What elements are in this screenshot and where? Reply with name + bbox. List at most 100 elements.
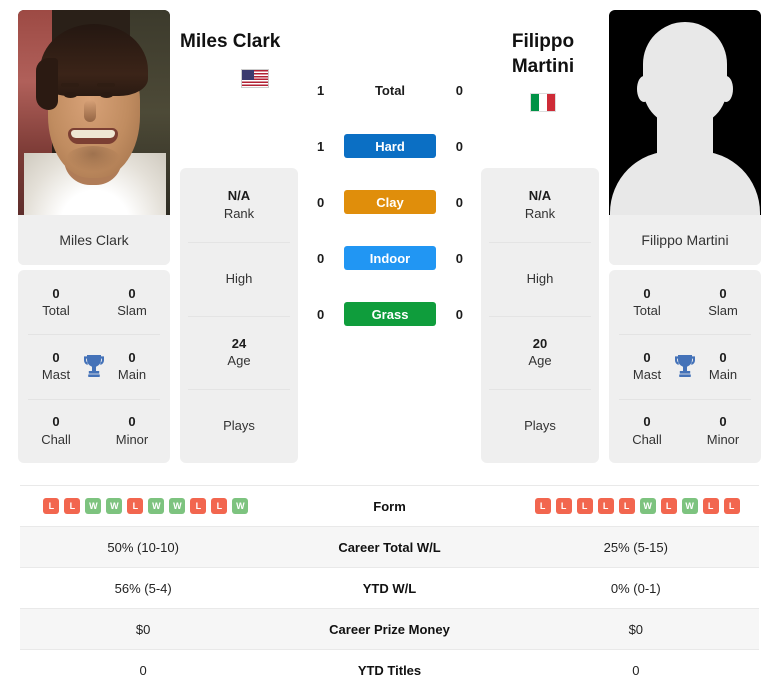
player-right-photo-card[interactable]: Filippo Martini xyxy=(609,10,761,265)
form-badge-w: W xyxy=(85,498,102,514)
stats-table: LLWWLWWLLW Form LLLLLWLWLL 50% (10-10) C… xyxy=(20,485,759,690)
titles-row: 0 Total 0 Slam xyxy=(18,270,170,334)
player-left-name[interactable]: Miles Clark xyxy=(180,30,330,55)
plays-row: Plays xyxy=(481,389,599,463)
rank-row: N/A Rank xyxy=(180,168,298,242)
player-right-photo-placeholder xyxy=(609,10,761,215)
form-badge-w: W xyxy=(169,498,186,514)
form-right: LLLLLWLWLL xyxy=(511,498,759,514)
title-minor: 0 Minor xyxy=(685,399,761,463)
table-cell-left: 56% (5-4) xyxy=(114,580,172,596)
player-right-name-line1[interactable]: Filippo xyxy=(468,30,618,55)
title-chall-value: 0 xyxy=(643,414,651,430)
plays-label: Plays xyxy=(223,418,255,434)
form-badge-w: W xyxy=(148,498,165,514)
surface-left-score: 1 xyxy=(317,82,325,98)
title-mast-label: Mast xyxy=(632,367,662,383)
title-slam: 0 Slam xyxy=(685,270,761,334)
surface-row-total: 1 Total 0 xyxy=(305,62,475,118)
title-main-label: Main xyxy=(708,367,738,383)
player-right-flag xyxy=(468,93,618,113)
rank-label: Rank xyxy=(524,205,556,221)
player-right-name-line2[interactable]: Martini xyxy=(468,55,618,80)
surface-row-clay: 0 Clay 0 xyxy=(305,174,475,230)
rank-row: N/A Rank xyxy=(481,168,599,242)
surface-badge-indoor[interactable]: Indoor xyxy=(344,246,436,270)
title-chall: 0 Chall xyxy=(609,399,685,463)
age-value: 20 xyxy=(532,335,548,351)
age-value: 24 xyxy=(231,335,247,351)
surface-row-indoor: 0 Indoor 0 xyxy=(305,230,475,286)
form-badge-w: W xyxy=(232,498,249,514)
title-total-label: Total xyxy=(42,303,70,319)
surface-row-grass: 0 Grass 0 xyxy=(305,286,475,342)
surface-row-hard: 1 Hard 0 xyxy=(305,118,475,174)
table-cell-left: $0 xyxy=(135,621,151,637)
surface-label: Total xyxy=(374,82,406,98)
table-cell-right: 0 xyxy=(632,662,640,678)
form-badge-l: L xyxy=(64,498,81,514)
h2h-comparison-page: Miles Clark Filippo Martini 0 Total 0 Sl… xyxy=(0,0,779,699)
form-badge-w: W xyxy=(639,498,656,514)
titles-row: 0 Total 0 Slam xyxy=(609,270,761,334)
table-cell-right: 0% (0-1) xyxy=(610,580,661,596)
title-minor-value: 0 xyxy=(128,414,136,430)
table-row-form: LLWWLWWLLW Form LLLLLWLWLL xyxy=(20,485,759,526)
title-total-value: 0 xyxy=(643,285,651,301)
title-total: 0 Total xyxy=(609,270,685,334)
titles-row: 0 Mast 0 Main xyxy=(609,334,761,398)
form-badge-l: L xyxy=(576,498,593,514)
title-slam-label: Slam xyxy=(708,303,738,319)
form-badge-l: L xyxy=(555,498,572,514)
trophy-icon xyxy=(675,355,695,378)
surface-badge-hard[interactable]: Hard xyxy=(344,134,436,158)
player-right-rank-card: N/A Rank High 20 Age Plays xyxy=(481,168,599,463)
title-slam: 0 Slam xyxy=(94,270,170,334)
high-rank-row: High xyxy=(481,241,599,316)
age-label: Age xyxy=(227,353,251,369)
surface-left-score: 0 xyxy=(317,250,325,266)
surface-left-score: 0 xyxy=(317,306,325,322)
title-total-value: 0 xyxy=(52,285,60,301)
form-badge-l: L xyxy=(702,498,719,514)
table-row: $0 Career Prize Money $0 xyxy=(20,608,759,649)
plays-row: Plays xyxy=(180,389,298,463)
surface-right-score: 0 xyxy=(455,306,463,322)
form-badge-l: L xyxy=(127,498,144,514)
table-row-label: YTD Titles xyxy=(357,662,422,678)
surface-left-score: 0 xyxy=(317,194,325,210)
rank-value: N/A xyxy=(528,188,552,204)
player-left-photo-card[interactable]: Miles Clark xyxy=(18,10,170,265)
title-main-value: 0 xyxy=(719,349,727,365)
player-left-rank-card: N/A Rank High 24 Age Plays xyxy=(180,168,298,463)
table-cell-right: 25% (5-15) xyxy=(603,539,668,555)
title-total: 0 Total xyxy=(18,270,94,334)
plays-label: Plays xyxy=(524,418,556,434)
surface-badge-grass[interactable]: Grass xyxy=(344,302,436,326)
title-mast-label: Mast xyxy=(41,367,71,383)
table-row-label: Career Prize Money xyxy=(329,621,450,637)
title-main-label: Main xyxy=(117,367,147,383)
title-slam-label: Slam xyxy=(117,303,147,319)
form-badge-l: L xyxy=(597,498,614,514)
title-minor: 0 Minor xyxy=(94,399,170,463)
surface-right-score: 0 xyxy=(455,194,463,210)
table-row-label: Career Total W/L xyxy=(338,539,441,555)
high-rank-label: High xyxy=(526,270,554,286)
title-total-label: Total xyxy=(633,303,661,319)
it-flag-icon xyxy=(530,93,556,113)
surface-left-score: 1 xyxy=(317,138,325,154)
form-badge-l: L xyxy=(43,498,60,514)
age-row: 24 Age xyxy=(180,315,298,390)
form-left: LLWWLWWLLW xyxy=(20,498,268,514)
player-left-titles-card: 0 Total 0 Slam 0 Mast 0 Main 0 Chall 0 M… xyxy=(18,270,170,463)
surface-badge-clay[interactable]: Clay xyxy=(344,190,436,214)
rank-label: Rank xyxy=(223,205,255,221)
table-row: 0 YTD Titles 0 xyxy=(20,649,759,690)
form-badge-l: L xyxy=(211,498,228,514)
player-left-photo xyxy=(18,10,170,215)
title-mast-value: 0 xyxy=(643,349,651,365)
player-right-photo-caption: Filippo Martini xyxy=(609,215,761,265)
title-chall-value: 0 xyxy=(52,414,60,430)
table-cell-left: 50% (10-10) xyxy=(107,539,179,555)
